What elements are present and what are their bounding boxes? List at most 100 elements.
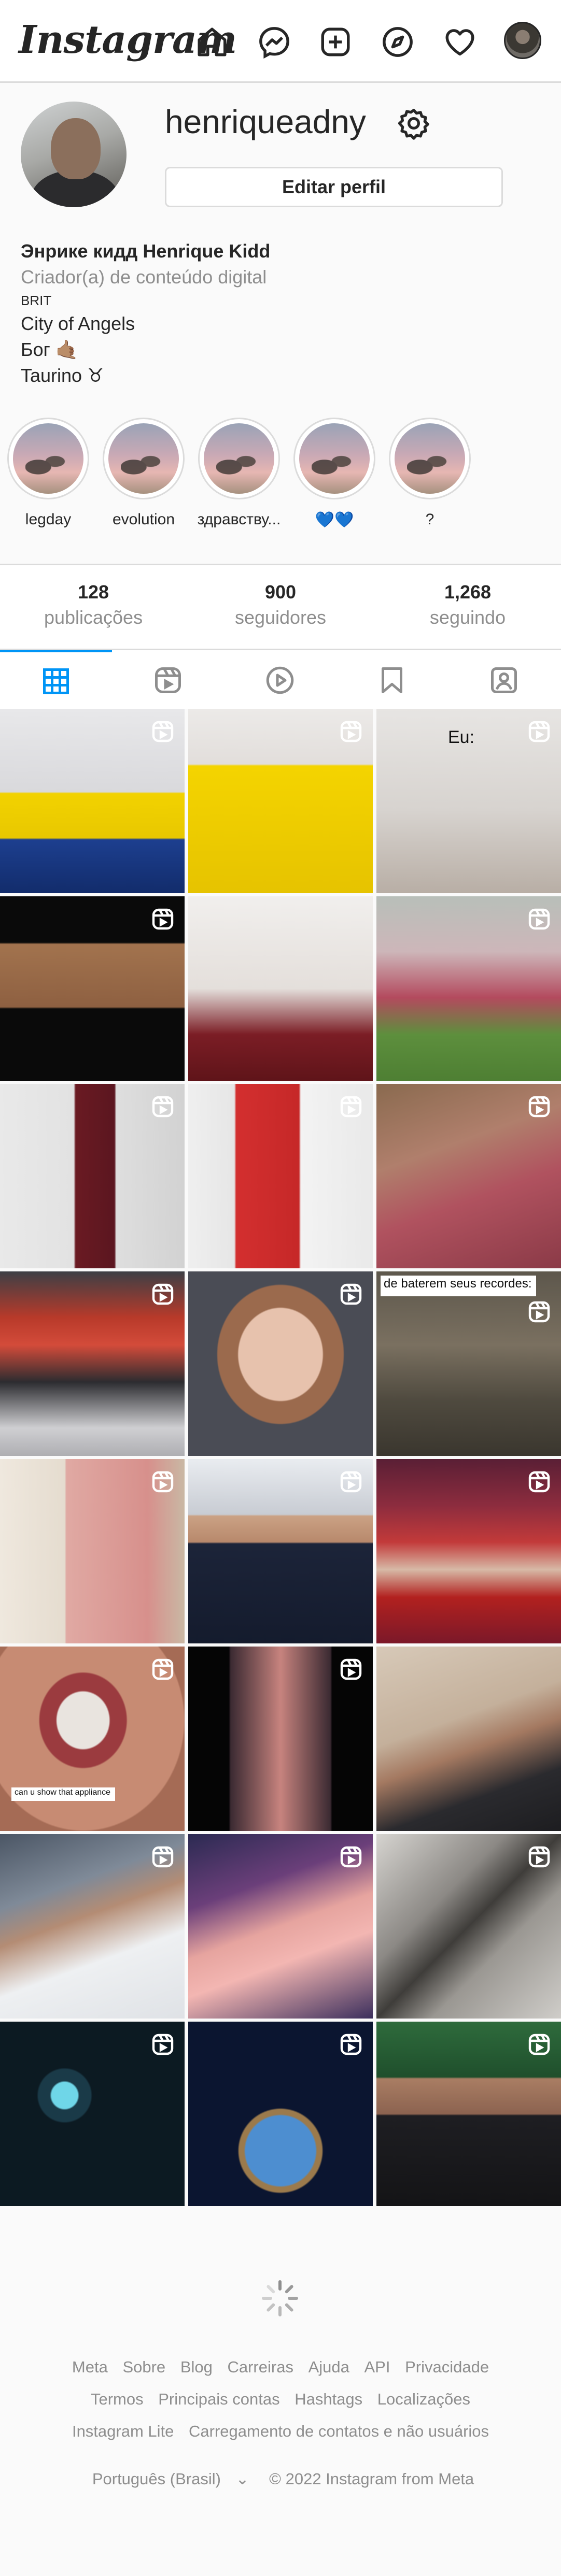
reel-icon bbox=[152, 1471, 174, 1493]
home-icon[interactable] bbox=[192, 22, 232, 62]
post-thumbnail[interactable] bbox=[188, 1271, 373, 1456]
stat-value: 128 bbox=[77, 581, 109, 603]
tab-tagged[interactable] bbox=[448, 650, 560, 710]
video-play-icon bbox=[266, 666, 294, 694]
reel-icon bbox=[340, 1846, 362, 1868]
footer-link-locations[interactable]: Localizações bbox=[377, 2390, 470, 2408]
footer-link-top-accounts[interactable]: Principais contas bbox=[158, 2390, 279, 2408]
post-thumbnail[interactable] bbox=[188, 1647, 373, 1831]
post-thumbnail[interactable] bbox=[188, 2022, 373, 2206]
post-thumbnail[interactable] bbox=[0, 709, 185, 893]
tagged-icon bbox=[491, 667, 517, 693]
highlight-label: legday bbox=[25, 511, 72, 528]
reel-icon bbox=[340, 2034, 362, 2055]
page-footer: Meta Sobre Blog Carreiras Ajuda API Priv… bbox=[0, 2351, 561, 2495]
reel-icon bbox=[152, 721, 174, 742]
post-thumbnail[interactable] bbox=[0, 1834, 185, 2019]
reel-icon bbox=[340, 1283, 362, 1305]
post-thumbnail[interactable]: de baterem seus recordes: bbox=[376, 1271, 561, 1456]
tab-reels[interactable] bbox=[112, 650, 224, 710]
footer-link-hashtags[interactable]: Hashtags bbox=[294, 2390, 362, 2408]
post-thumbnail[interactable] bbox=[0, 1459, 185, 1643]
posts-grid: Eu: de baterem seus recordes: can u show… bbox=[0, 709, 561, 2210]
activity-heart-icon[interactable] bbox=[440, 22, 480, 62]
post-thumbnail[interactable] bbox=[376, 1084, 561, 1268]
profile-bio: Энрике кидд Henrique Kidd Criador(a) de … bbox=[21, 238, 539, 389]
language-selector[interactable]: Português (Brasil) ⌄ bbox=[87, 2470, 255, 2488]
tab-videos[interactable] bbox=[224, 650, 336, 710]
reel-icon bbox=[528, 1301, 550, 1323]
following-count[interactable]: 1,268 seguindo bbox=[374, 581, 561, 632]
profile-full-name: Энрике кидд Henrique Kidd bbox=[21, 240, 271, 262]
footer-link-terms[interactable]: Termos bbox=[91, 2390, 144, 2408]
post-thumbnail[interactable] bbox=[188, 1834, 373, 2019]
posts-count: 128 publicações bbox=[0, 581, 187, 632]
loading-spinner-icon bbox=[262, 2280, 298, 2316]
footer-bottom-row: Português (Brasil) ⌄ © 2022 Instagram fr… bbox=[0, 2463, 561, 2495]
reel-icon bbox=[528, 1471, 550, 1493]
post-thumbnail[interactable] bbox=[188, 1459, 373, 1643]
footer-link-api[interactable]: API bbox=[364, 2358, 390, 2376]
post-thumbnail[interactable] bbox=[188, 1084, 373, 1268]
bio-line: Бог 🤙🏽 bbox=[21, 339, 79, 360]
post-thumbnail[interactable] bbox=[376, 1647, 561, 1831]
post-thumbnail[interactable]: can u show that appliance bbox=[0, 1647, 185, 1831]
post-thumbnail[interactable] bbox=[0, 2022, 185, 2206]
footer-link-blog[interactable]: Blog bbox=[180, 2358, 213, 2376]
footer-link-privacy[interactable]: Privacidade bbox=[405, 2358, 489, 2376]
reel-icon bbox=[152, 2034, 174, 2055]
edit-profile-button[interactable]: Editar perfil bbox=[165, 167, 503, 207]
tab-saved[interactable] bbox=[336, 650, 448, 710]
highlight-item[interactable]: здравству... bbox=[195, 418, 283, 528]
chevron-down-icon: ⌄ bbox=[235, 2470, 249, 2488]
profile-username: henriqueadny bbox=[165, 103, 366, 140]
reel-icon bbox=[340, 1096, 362, 1118]
post-thumbnail[interactable] bbox=[376, 1834, 561, 2019]
reel-icon bbox=[152, 1846, 174, 1868]
stat-value: 1,268 bbox=[444, 581, 492, 603]
copyright-text: © 2022 Instagram from Meta bbox=[269, 2470, 474, 2488]
post-caption: Eu: bbox=[448, 727, 475, 747]
profile-tabs bbox=[0, 649, 561, 709]
reel-icon bbox=[340, 1658, 362, 1680]
post-thumbnail[interactable] bbox=[188, 896, 373, 1081]
footer-link-contact-uploading[interactable]: Carregamento de contatos e não usuários bbox=[189, 2422, 489, 2440]
highlight-item[interactable]: ? bbox=[386, 418, 474, 528]
highlight-item[interactable]: evolution bbox=[100, 418, 188, 528]
footer-link-meta[interactable]: Meta bbox=[72, 2358, 108, 2376]
profile-picture[interactable] bbox=[21, 102, 127, 207]
post-caption: de baterem seus recordes: bbox=[384, 1277, 532, 1291]
messenger-icon[interactable] bbox=[254, 22, 294, 62]
reel-icon bbox=[528, 1096, 550, 1118]
post-thumbnail[interactable] bbox=[0, 1084, 185, 1268]
profile-category: Criador(a) de conteúdo digital bbox=[21, 266, 267, 288]
reel-icon bbox=[152, 1658, 174, 1680]
stat-label: publicações bbox=[44, 607, 143, 628]
post-thumbnail[interactable]: Eu: bbox=[376, 709, 561, 893]
post-thumbnail[interactable] bbox=[376, 1459, 561, 1643]
footer-link-instagram-lite[interactable]: Instagram Lite bbox=[72, 2422, 174, 2440]
reel-icon bbox=[340, 721, 362, 742]
footer-link-about[interactable]: Sobre bbox=[122, 2358, 165, 2376]
highlight-item[interactable]: 💙💙 bbox=[290, 418, 378, 529]
post-thumbnail[interactable] bbox=[0, 896, 185, 1081]
reel-icon bbox=[528, 908, 550, 930]
footer-link-help[interactable]: Ajuda bbox=[308, 2358, 349, 2376]
new-post-icon[interactable] bbox=[315, 22, 356, 62]
post-thumbnail[interactable] bbox=[376, 896, 561, 1081]
bio-line: City of Angels bbox=[21, 313, 135, 334]
explore-icon[interactable] bbox=[377, 22, 418, 62]
tab-posts[interactable] bbox=[0, 650, 112, 710]
profile-avatar-nav[interactable] bbox=[504, 22, 541, 59]
followers-count[interactable]: 900 seguidores bbox=[187, 581, 374, 632]
reel-icon bbox=[152, 1096, 174, 1118]
settings-gear-icon[interactable] bbox=[397, 107, 430, 140]
post-thumbnail[interactable] bbox=[188, 709, 373, 893]
highlight-item[interactable]: legday bbox=[4, 418, 92, 528]
post-thumbnail[interactable] bbox=[376, 2022, 561, 2206]
footer-link-careers[interactable]: Carreiras bbox=[227, 2358, 293, 2376]
reel-icon bbox=[528, 2034, 550, 2055]
top-navigation-bar: Instagram bbox=[0, 0, 561, 83]
post-thumbnail[interactable] bbox=[0, 1271, 185, 1456]
bio-line: BRIT bbox=[21, 293, 52, 308]
